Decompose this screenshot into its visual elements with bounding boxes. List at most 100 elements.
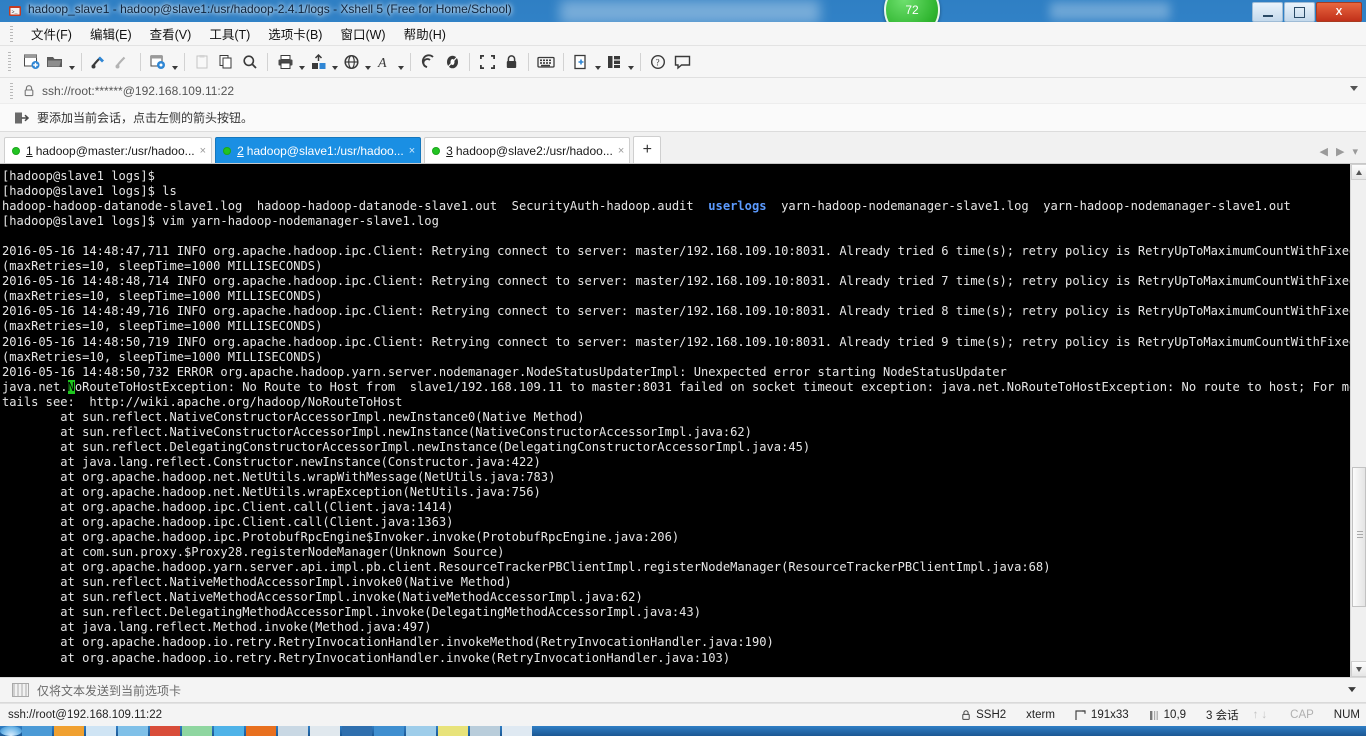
file-transfer-caret-icon[interactable] [330, 48, 339, 76]
toolbar-separator [469, 52, 470, 71]
taskbar-item[interactable] [214, 726, 244, 736]
taskbar-item[interactable] [150, 726, 180, 736]
globe-icon[interactable] [339, 50, 363, 74]
toolbar-separator [81, 52, 82, 71]
address-bar-grip[interactable] [10, 82, 13, 99]
scroll-up-button[interactable] [1351, 164, 1366, 180]
taskbar-item[interactable] [182, 726, 212, 736]
scroll-down-button[interactable] [1351, 661, 1366, 677]
font-caret-icon[interactable] [396, 48, 405, 76]
taskbar-item[interactable] [470, 726, 500, 736]
tab-hadoop-slave2[interactable]: 3 hadoop@slave2:/usr/hadoo... × [424, 137, 631, 163]
svg-text:>_: >_ [12, 10, 19, 16]
open-folder-caret-icon[interactable] [67, 48, 76, 76]
menu-file[interactable]: 文件(F) [22, 21, 81, 46]
compose-pane-icon[interactable] [569, 50, 593, 74]
menu-tabs[interactable]: 选项卡(B) [259, 21, 331, 46]
taskbar-item[interactable] [342, 726, 372, 736]
keyboard-icon[interactable] [534, 50, 558, 74]
globe-caret-icon[interactable] [363, 48, 372, 76]
terminal-span: 2016-05-16 14:48:50,719 INFO org.apache.… [2, 334, 1350, 349]
address-bar[interactable]: ssh://root:******@192.168.109.11:22 [0, 78, 1366, 104]
tab-close-icon[interactable]: × [200, 145, 206, 157]
search-icon[interactable] [238, 50, 262, 74]
menu-view[interactable]: 查看(V) [141, 21, 201, 46]
menu-tools[interactable]: 工具(T) [200, 21, 259, 46]
tunnel-pane-icon[interactable] [440, 50, 464, 74]
layout-caret-icon[interactable] [626, 48, 635, 76]
tab-hadoop-master[interactable]: 1 hadoop@master:/usr/hadoo... × [4, 137, 213, 163]
tab-next-icon[interactable]: ▶ [1336, 145, 1344, 158]
close-button[interactable]: X [1316, 2, 1362, 22]
new-tab-button[interactable]: + [633, 136, 662, 163]
status-transfer-icons: ↑↓ [1253, 709, 1271, 721]
taskbar-item[interactable] [438, 726, 468, 736]
status-connection: ssh://root@192.168.109.11:22 [8, 709, 163, 721]
menu-window[interactable]: 窗口(W) [331, 21, 394, 46]
terminal-span: yarn-hadoop-nodemanager-slave1.log yarn-… [766, 199, 1291, 214]
chevron-down-icon[interactable] [1348, 687, 1356, 698]
minimize-button[interactable] [1252, 2, 1283, 22]
terminal-span: [hadoop@slave1 logs]$ vim yarn-hadoop-no… [2, 214, 439, 229]
disconnect-icon[interactable] [111, 50, 135, 74]
fullscreen-icon[interactable] [475, 50, 499, 74]
address-input[interactable]: ssh://root:******@192.168.109.11:22 [42, 84, 234, 98]
session-properties-icon[interactable] [146, 50, 170, 74]
taskbar-item[interactable] [374, 726, 404, 736]
terminal-scrollbar[interactable] [1350, 164, 1366, 677]
ssh-tunnel-icon[interactable] [416, 50, 440, 74]
toolbar-separator [140, 52, 141, 71]
taskbar-item[interactable] [246, 726, 276, 736]
taskbar-item[interactable] [310, 726, 340, 736]
open-folder-icon[interactable] [43, 50, 67, 74]
menu-edit[interactable]: 编辑(E) [81, 21, 141, 46]
toolbar-separator [563, 52, 564, 71]
session-properties-caret-icon[interactable] [170, 48, 179, 76]
terminal-span: 2016-05-16 14:48:49,716 INFO org.apache.… [2, 304, 1350, 319]
scrollbar-thumb[interactable] [1352, 467, 1366, 607]
menu-help[interactable]: 帮助(H) [395, 21, 455, 46]
send-text-bar[interactable]: 仅将文本发送到当前选项卡 [0, 677, 1366, 703]
tab-number: 2 [237, 143, 244, 158]
font-icon[interactable]: A [372, 50, 396, 74]
taskbar-item[interactable] [54, 726, 84, 736]
tab-close-icon[interactable]: × [409, 145, 415, 157]
file-transfer-icon[interactable] [306, 50, 330, 74]
taskbar-item[interactable] [406, 726, 436, 736]
lock-icon[interactable] [499, 50, 523, 74]
tab-hadoop-slave1[interactable]: 2 hadoop@slave1:/usr/hadoo... × [215, 137, 422, 163]
toolbar-grip[interactable] [8, 51, 11, 72]
copy-icon[interactable] [214, 50, 238, 74]
start-orb-icon[interactable] [0, 726, 22, 736]
taskbar-item[interactable] [86, 726, 116, 736]
menu-bar: 文件(F) 编辑(E) 查看(V) 工具(T) 选项卡(B) 窗口(W) 帮助(… [0, 22, 1366, 46]
tab-list-menu-icon[interactable]: ▾ [1352, 145, 1358, 158]
chevron-down-icon[interactable] [1350, 86, 1358, 91]
maximize-button[interactable] [1284, 2, 1315, 22]
menu-grip[interactable] [10, 25, 13, 42]
taskbar-item[interactable] [278, 726, 308, 736]
new-session-icon[interactable] [19, 50, 43, 74]
terminal-span: at java.lang.reflect.Method.invoke(Metho… [2, 620, 432, 635]
resize-icon [1075, 709, 1086, 720]
taskbar-item[interactable] [118, 726, 148, 736]
tab-number: 3 [446, 143, 453, 158]
taskbar-item[interactable] [502, 726, 532, 736]
print-caret-icon[interactable] [297, 48, 306, 76]
toolbar-separator [184, 52, 185, 71]
compose-pane-caret-icon[interactable] [593, 48, 602, 76]
terminal-screen[interactable]: [hadoop@slave1 logs]$ [hadoop@slave1 log… [0, 164, 1350, 677]
connect-icon[interactable] [87, 50, 111, 74]
toolbar-separator [267, 52, 268, 71]
feedback-icon[interactable] [670, 50, 694, 74]
paste-icon[interactable] [190, 50, 214, 74]
tab-bar: 1 hadoop@master:/usr/hadoo... × 2 hadoop… [0, 132, 1366, 164]
help-icon[interactable]: ? [646, 50, 670, 74]
taskbar-item[interactable] [22, 726, 52, 736]
tab-prev-icon[interactable]: ◀ [1320, 145, 1328, 158]
terminal-span: at org.apache.hadoop.net.NetUtils.wrapEx… [2, 484, 541, 499]
print-icon[interactable] [273, 50, 297, 74]
window-title: hadoop_slave1 - hadoop@slave1:/usr/hadoo… [28, 2, 512, 16]
tab-close-icon[interactable]: × [618, 145, 624, 157]
layout-icon[interactable] [602, 50, 626, 74]
